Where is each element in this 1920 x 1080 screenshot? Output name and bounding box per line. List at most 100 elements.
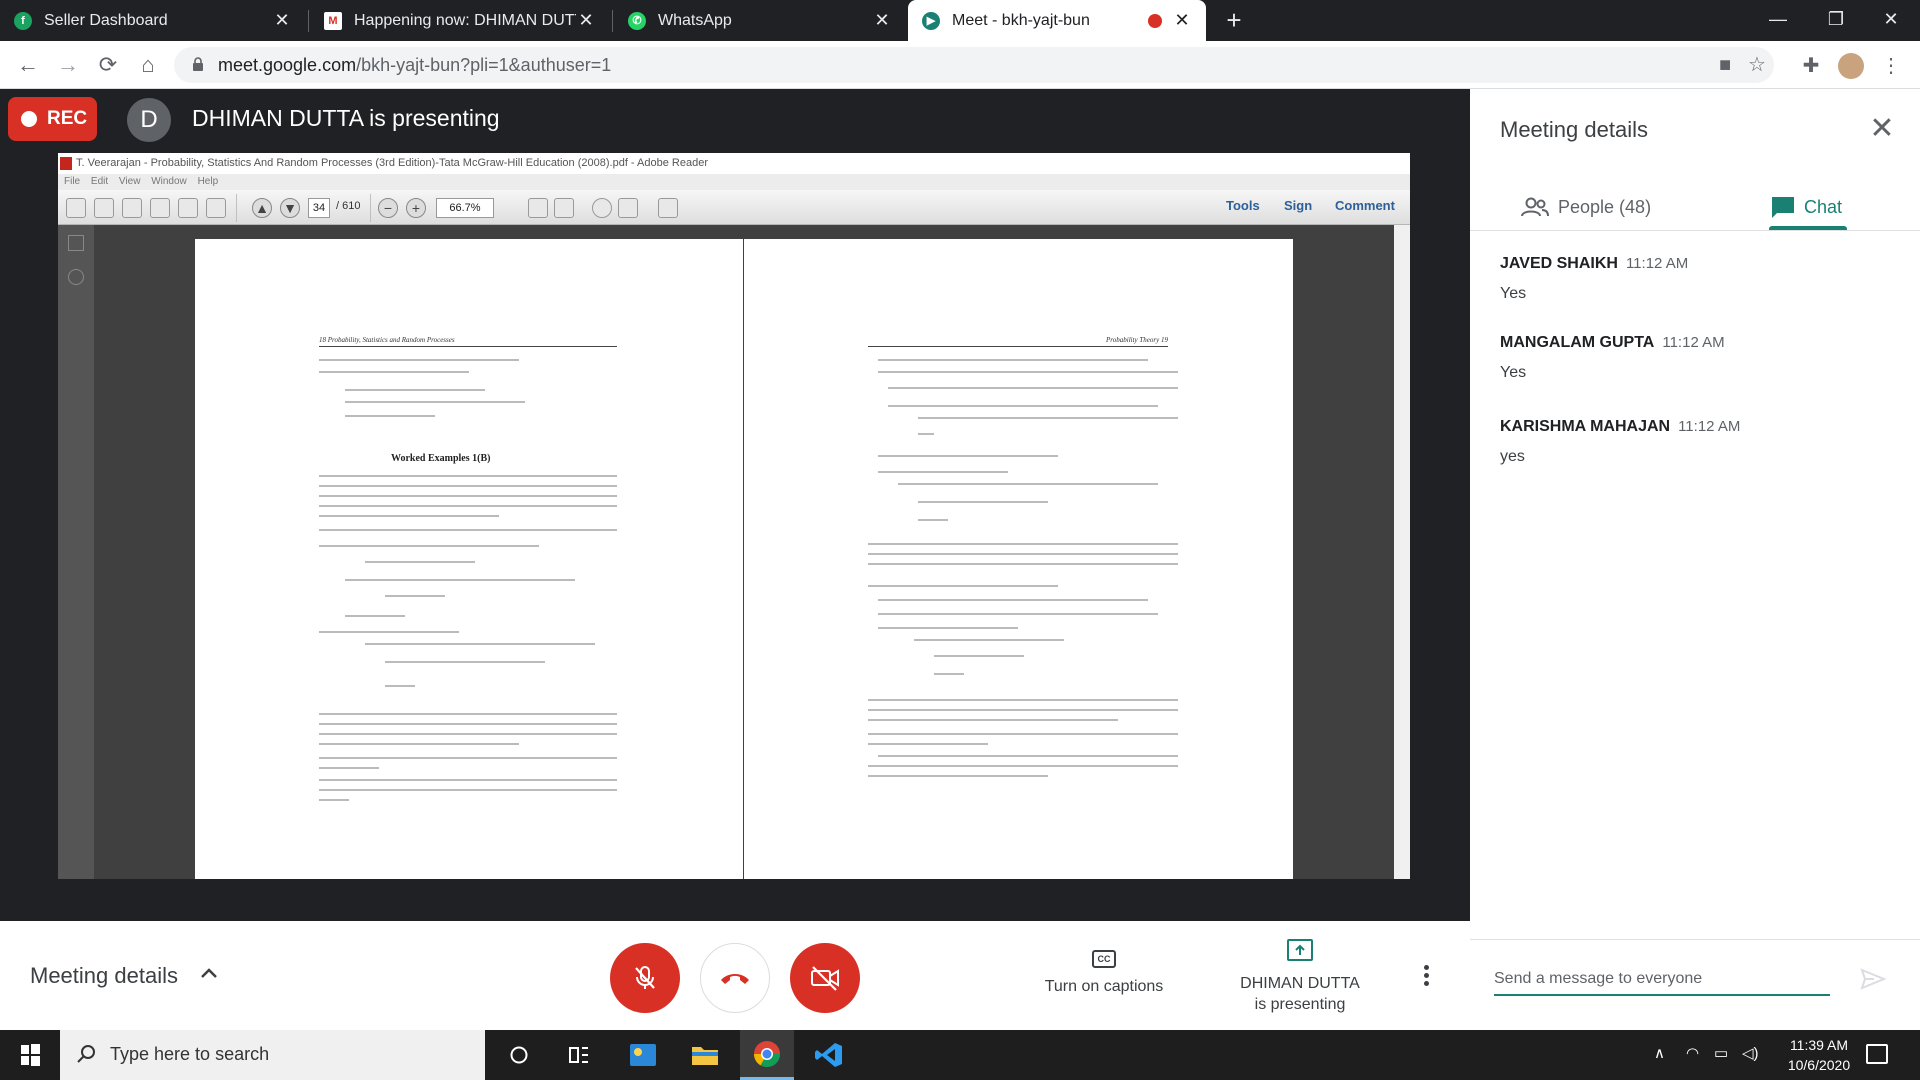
zoom-select[interactable]: 66.7% (436, 198, 494, 218)
chat-bubble-icon (1772, 197, 1794, 218)
meet-controls-bar: Meeting details CC Turn on captions DHIM… (0, 921, 1470, 1030)
print-icon[interactable] (178, 198, 198, 218)
zoom-in-icon[interactable]: + (406, 198, 426, 218)
leave-call-button[interactable] (700, 943, 770, 1013)
camera-blocked-icon[interactable]: ■ (1712, 52, 1738, 78)
text-line (319, 789, 617, 791)
captions-button[interactable]: CC Turn on captions (1030, 949, 1178, 996)
tab-meet[interactable]: ▶ Meet - bkh-yajt-bun ✕ (908, 0, 1206, 41)
forward-button[interactable]: → (52, 49, 84, 81)
menu-window[interactable]: Window (151, 176, 187, 187)
microphone-toggle-button[interactable] (610, 943, 680, 1013)
fit-page-icon[interactable] (528, 198, 548, 218)
chevron-up-icon[interactable] (198, 963, 220, 985)
tab-title: WhatsApp (658, 11, 732, 29)
close-icon[interactable]: ✕ (272, 10, 292, 31)
reload-button[interactable]: ⟳ (92, 49, 124, 81)
text-line (319, 505, 617, 507)
taskbar-search[interactable]: Type here to search (60, 1030, 485, 1080)
tab-title: Happening now: DHIMAN DUTTA (354, 11, 576, 29)
close-icon[interactable]: ✕ (1866, 113, 1898, 145)
taskbar-clock[interactable]: 11:39 AM 10/6/2020 (1764, 1035, 1874, 1075)
chrome-menu-icon[interactable]: ⋮ (1878, 53, 1904, 79)
send-icon[interactable] (1860, 966, 1886, 992)
previous-page-icon[interactable]: ▲ (252, 198, 272, 218)
full-screen-icon[interactable] (658, 198, 678, 218)
chat-message: KARISHMA MAHAJAN 11:12 AM yes (1500, 418, 1900, 466)
meeting-details-label[interactable]: Meeting details (30, 963, 178, 989)
attachments-paperclip-icon[interactable] (68, 269, 84, 285)
windows-start-icon[interactable] (8, 1042, 52, 1068)
edit-pdf-icon[interactable] (94, 198, 114, 218)
create-pdf-icon[interactable] (66, 198, 86, 218)
page-number-input[interactable]: 34 (308, 198, 330, 218)
profile-avatar[interactable] (1838, 53, 1864, 79)
text-line (878, 627, 1018, 629)
reader-scrollbar[interactable] (1394, 225, 1410, 879)
close-window-button[interactable]: ✕ (1862, 0, 1920, 41)
home-button[interactable]: ⌂ (132, 49, 164, 81)
text-line (868, 719, 1118, 721)
menu-view[interactable]: View (119, 176, 141, 187)
chat-message-input[interactable] (1494, 964, 1830, 996)
record-dot-icon (21, 111, 37, 127)
sign-pdf-icon[interactable] (122, 198, 142, 218)
menu-edit[interactable]: Edit (91, 176, 108, 187)
address-bar[interactable]: meet.google.com/bkh-yajt-bun?pli=1&authu… (174, 47, 1774, 83)
close-icon[interactable]: ✕ (1172, 10, 1192, 31)
task-view-icon[interactable] (552, 1030, 606, 1080)
tab-gmail[interactable]: M Happening now: DHIMAN DUTTA ✕ (310, 0, 610, 41)
next-page-icon[interactable]: ▼ (280, 198, 300, 218)
text-line (888, 387, 1178, 389)
close-icon[interactable]: ✕ (872, 10, 892, 31)
fit-width-icon[interactable] (554, 198, 574, 218)
close-icon[interactable]: ✕ (576, 10, 596, 31)
save-icon[interactable] (150, 198, 170, 218)
message-text: yes (1500, 448, 1525, 465)
tab-whatsapp[interactable]: ✆ WhatsApp ✕ (614, 0, 906, 41)
battery-icon[interactable]: ▭ (1714, 1044, 1728, 1062)
tab-chat[interactable]: Chat (1770, 187, 1842, 227)
text-line (898, 483, 1158, 485)
file-explorer-icon[interactable] (678, 1030, 732, 1080)
sign-link[interactable]: Sign (1284, 198, 1312, 213)
volume-icon[interactable]: ◁) (1742, 1044, 1759, 1062)
presenting-button[interactable]: DHIMAN DUTTA is presenting (1220, 939, 1380, 1015)
worked-examples-heading: Worked Examples 1(B) (391, 453, 491, 464)
restore-button[interactable]: ❐ (1807, 0, 1865, 41)
comment-bubble-icon[interactable] (592, 198, 612, 218)
show-hidden-icons-icon[interactable]: ∧ (1654, 1044, 1665, 1062)
pages-panel-icon[interactable] (68, 235, 84, 251)
menu-help[interactable]: Help (198, 176, 219, 187)
tab-people[interactable]: People (48) (1520, 187, 1651, 227)
action-center-icon[interactable] (1866, 1044, 1888, 1064)
page-header-left: 18 Probability, Statistics and Random Pr… (319, 336, 617, 347)
reader-toolbar: ▲ ▼ 34 / 610 − + 66.7% Tools Sign Commen… (58, 190, 1410, 225)
text-line (878, 371, 1178, 373)
menu-file[interactable]: File (64, 176, 80, 187)
text-line (319, 631, 459, 633)
new-tab-button[interactable]: + (1220, 6, 1248, 34)
email-icon[interactable] (206, 198, 226, 218)
zoom-out-icon[interactable]: − (378, 198, 398, 218)
camera-toggle-button[interactable] (790, 943, 860, 1013)
vscode-icon[interactable] (802, 1030, 856, 1080)
minimize-button[interactable]: — (1749, 0, 1807, 41)
highlight-icon[interactable] (618, 198, 638, 218)
chrome-icon[interactable] (740, 1030, 794, 1080)
more-options-icon[interactable] (1422, 965, 1430, 989)
text-line (868, 699, 1178, 701)
text-line (868, 709, 1178, 711)
tab-seller-dashboard[interactable]: f Seller Dashboard ✕ (0, 0, 306, 41)
comment-link[interactable]: Comment (1335, 198, 1395, 213)
cortana-icon[interactable] (492, 1030, 546, 1080)
extensions-puzzle-icon[interactable]: ✚ (1798, 53, 1824, 79)
text-line (319, 713, 617, 715)
camera-off-icon (811, 966, 839, 991)
bookmark-star-icon[interactable]: ☆ (1744, 52, 1770, 78)
wifi-icon[interactable]: ◠ (1686, 1044, 1699, 1062)
tools-link[interactable]: Tools (1226, 198, 1260, 213)
presenting-line2: is presenting (1254, 996, 1346, 1013)
back-button[interactable]: ← (12, 49, 44, 81)
photos-app-icon[interactable] (616, 1030, 670, 1080)
